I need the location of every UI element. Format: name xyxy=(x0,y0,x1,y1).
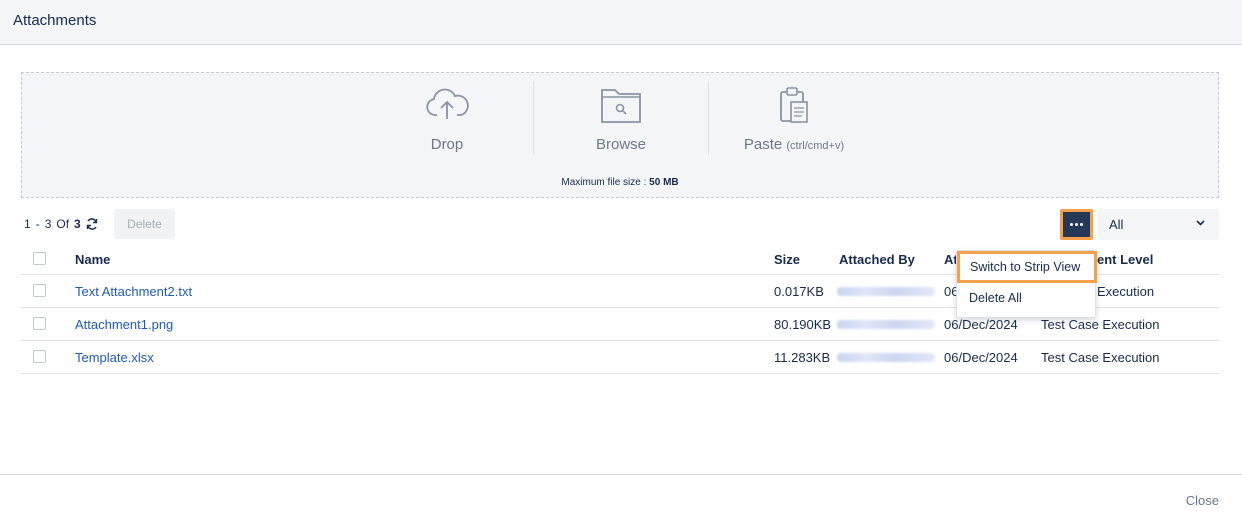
menu-item-switch-strip-view[interactable]: Switch to Strip View xyxy=(957,251,1097,283)
select-all-checkbox[interactable] xyxy=(33,252,46,265)
clipboard-icon xyxy=(780,87,808,123)
more-actions-button[interactable] xyxy=(1060,209,1093,240)
browse-label: Browse xyxy=(595,136,647,153)
close-button[interactable]: Close xyxy=(1186,493,1219,508)
header-name[interactable]: Name xyxy=(75,252,110,267)
attachment-level: Execution xyxy=(1097,284,1155,299)
filter-value: All xyxy=(1109,217,1124,232)
row-checkbox[interactable] xyxy=(33,317,46,330)
paste-label-text: Paste xyxy=(743,136,783,153)
drop-area[interactable]: Drop xyxy=(367,83,527,153)
row-checkbox[interactable] xyxy=(33,284,46,297)
chevron-down-icon xyxy=(1196,220,1205,226)
max-size-value: 50 MB xyxy=(649,177,679,188)
attached-by-redacted xyxy=(837,353,935,362)
paste-shortcut-hint: (ctrl/cmd+v) xyxy=(786,140,845,152)
file-link[interactable]: Template.xlsx xyxy=(75,350,154,365)
divider xyxy=(533,81,534,155)
max-size-label: Maximum file size : xyxy=(561,177,647,188)
range-end: 3 xyxy=(44,217,52,231)
paste-area[interactable]: Paste (ctrl/cmd+v) xyxy=(714,83,874,153)
header-size[interactable]: Size xyxy=(774,252,800,267)
file-link[interactable]: Attachment1.png xyxy=(75,317,173,332)
more-actions-menu: Switch to Strip View Delete All xyxy=(956,250,1097,318)
row-checkbox[interactable] xyxy=(33,350,46,363)
header-level[interactable]: ent Level xyxy=(1097,252,1153,267)
delete-button[interactable]: Delete xyxy=(114,209,175,239)
of-label: Of xyxy=(56,217,70,231)
attached-by-redacted xyxy=(837,320,935,329)
pagination-info: 1 - 3 Of 3 xyxy=(24,217,99,231)
attachment-level: Test Case Execution xyxy=(1041,317,1160,332)
file-link[interactable]: Text Attachment2.txt xyxy=(75,284,192,299)
attached-date: 06/Dec/2024 xyxy=(944,350,1018,365)
refresh-icon[interactable] xyxy=(85,217,99,231)
file-size: 80.190KB xyxy=(774,317,832,332)
total-count: 3 xyxy=(74,217,81,231)
dialog-footer: Close xyxy=(0,474,1242,514)
browse-button[interactable]: Browse xyxy=(541,83,701,153)
drop-label: Drop xyxy=(430,136,464,153)
table-row: Template.xlsx 11.283KB 06/Dec/2024 Test … xyxy=(21,341,1219,374)
range-start: 1 xyxy=(24,217,31,231)
divider xyxy=(708,81,709,155)
attachment-filter-select[interactable]: All xyxy=(1098,209,1219,240)
header-attached-by[interactable]: Attached By xyxy=(839,252,915,267)
dialog-header: Attachments xyxy=(0,0,1242,45)
dialog-title: Attachments xyxy=(13,12,97,29)
file-size: 11.283KB xyxy=(774,350,831,365)
file-size: 0.017KB xyxy=(774,284,824,299)
upload-dropzone[interactable]: Drop Browse Paste (ctrl/cmd+v) Maximum f… xyxy=(21,72,1219,198)
folder-search-icon xyxy=(601,89,641,123)
attached-date: 06/Dec/2024 xyxy=(944,317,1018,332)
paste-label: Paste (ctrl/cmd+v) xyxy=(714,136,874,153)
range-dash: - xyxy=(35,217,40,231)
attached-by-redacted xyxy=(837,287,935,296)
menu-item-delete-all[interactable]: Delete All xyxy=(957,291,1097,305)
more-dots-icon xyxy=(1070,223,1083,226)
attachment-level: Test Case Execution xyxy=(1041,350,1160,365)
cloud-upload-icon xyxy=(426,88,469,119)
max-file-size: Maximum file size : 50 MB xyxy=(22,177,1218,188)
